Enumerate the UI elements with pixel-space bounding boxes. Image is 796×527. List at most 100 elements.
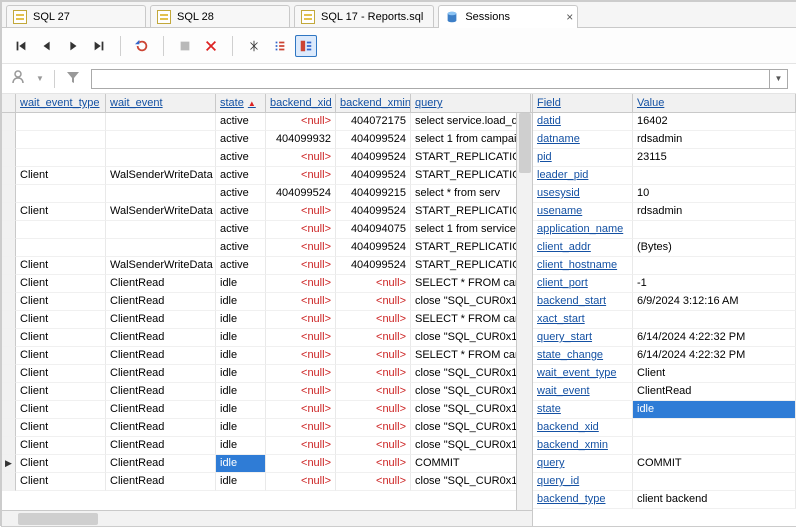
session-row[interactable]: ClientClientReadidle<null><null>SELECT *… <box>2 275 532 293</box>
cell-backend_xmin[interactable]: 404099524 <box>336 149 411 167</box>
session-row[interactable]: ClientClientReadidle<null><null>close "S… <box>2 401 532 419</box>
cell-wait_event[interactable]: ClientRead <box>106 311 216 329</box>
cell-query[interactable]: select 1 from service.l <box>411 221 531 239</box>
cell-backend_xid[interactable]: <null> <box>266 239 336 257</box>
cell-query[interactable]: close "SQL_CUR0x154 <box>411 293 531 311</box>
session-row[interactable]: active<null>404094075select 1 from servi… <box>2 221 532 239</box>
detail-row-state[interactable]: stateidle <box>533 401 796 419</box>
cell-backend_xmin[interactable]: 404094075 <box>336 221 411 239</box>
detail-view-button[interactable] <box>295 35 317 57</box>
cell-state[interactable]: active <box>216 221 266 239</box>
cell-state[interactable]: active <box>216 167 266 185</box>
cell-query[interactable]: close "SQL_CUR0x154 <box>411 383 531 401</box>
cell-backend_xid[interactable]: 404099932 <box>266 131 336 149</box>
filter-dropdown-button[interactable]: ▼ <box>770 69 788 89</box>
cell-wait_event[interactable]: ClientRead <box>106 383 216 401</box>
cell-state[interactable]: active <box>216 131 266 149</box>
cell-backend_xmin[interactable]: <null> <box>336 365 411 383</box>
close-icon[interactable]: × <box>566 10 573 24</box>
cell-backend_xmin[interactable]: 404099524 <box>336 131 411 149</box>
cell-wait_event[interactable]: ClientRead <box>106 365 216 383</box>
cell-backend_xid[interactable]: <null> <box>266 113 336 131</box>
session-row[interactable]: active404099524404099215select * from se… <box>2 185 532 203</box>
cell-wait_event_type[interactable]: Client <box>16 365 106 383</box>
col-field[interactable]: Field <box>533 94 633 112</box>
detail-value[interactable]: 10 <box>633 185 796 203</box>
stop-button[interactable] <box>174 35 196 57</box>
cell-wait_event_type[interactable]: Client <box>16 347 106 365</box>
cell-state[interactable]: idle <box>216 473 266 491</box>
cell-wait_event_type[interactable]: Client <box>16 473 106 491</box>
detail-value[interactable]: idle <box>633 401 796 419</box>
detail-value[interactable]: 16402 <box>633 113 796 131</box>
detail-row-leader_pid[interactable]: leader_pid <box>533 167 796 185</box>
cell-backend_xmin[interactable]: <null> <box>336 473 411 491</box>
cell-backend_xid[interactable]: <null> <box>266 365 336 383</box>
cell-backend_xmin[interactable]: <null> <box>336 455 411 473</box>
detail-row-client_port[interactable]: client_port-1 <box>533 275 796 293</box>
nav-first-button[interactable] <box>10 35 32 57</box>
cell-backend_xid[interactable]: <null> <box>266 401 336 419</box>
cell-state[interactable]: idle <box>216 401 266 419</box>
cell-backend_xmin[interactable]: <null> <box>336 383 411 401</box>
detail-value[interactable] <box>633 167 796 185</box>
refresh-button[interactable] <box>131 35 153 57</box>
detail-value[interactable] <box>633 221 796 239</box>
col-backend_xid[interactable]: backend_xid <box>266 94 336 112</box>
cell-wait_event[interactable]: ClientRead <box>106 347 216 365</box>
cell-state[interactable]: idle <box>216 329 266 347</box>
cell-backend_xmin[interactable]: <null> <box>336 347 411 365</box>
cell-query[interactable]: close "SQL_CUR0x14a <box>411 329 531 347</box>
cell-backend_xmin[interactable]: 404099524 <box>336 239 411 257</box>
cell-query[interactable]: SELECT * FROM camp <box>411 275 531 293</box>
session-row[interactable]: ClientClientReadidle<null><null>close "S… <box>2 437 532 455</box>
cell-query[interactable]: START_REPLICATION <box>411 149 531 167</box>
detail-value[interactable] <box>633 419 796 437</box>
cell-wait_event_type[interactable] <box>16 185 106 203</box>
cell-wait_event_type[interactable]: Client <box>16 257 106 275</box>
cell-backend_xid[interactable]: <null> <box>266 221 336 239</box>
session-row[interactable]: active<null>404099524START_REPLICATION <box>2 239 532 257</box>
cell-query[interactable]: close "SQL_CUR0x154 <box>411 473 531 491</box>
cell-backend_xid[interactable]: <null> <box>266 293 336 311</box>
cell-query[interactable]: select * from serv <box>411 185 531 203</box>
detail-row-backend_start[interactable]: backend_start6/9/2024 3:12:16 AM <box>533 293 796 311</box>
cell-wait_event_type[interactable]: Client <box>16 167 106 185</box>
cell-wait_event_type[interactable]: Client <box>16 293 106 311</box>
session-row[interactable]: ▶ClientClientReadidle<null><null>COMMIT <box>2 455 532 473</box>
cell-query[interactable]: close "SQL_CUR0x154 <box>411 401 531 419</box>
session-row[interactable]: ClientClientReadidle<null><null>close "S… <box>2 365 532 383</box>
detail-value[interactable]: 23115 <box>633 149 796 167</box>
cell-wait_event_type[interactable]: Client <box>16 383 106 401</box>
cell-wait_event[interactable]: WalSenderWriteData <box>106 257 216 275</box>
session-row[interactable]: ClientClientReadidle<null><null>close "S… <box>2 293 532 311</box>
cell-state[interactable]: active <box>216 203 266 221</box>
cell-query[interactable]: START_REPLICATION <box>411 239 531 257</box>
cell-wait_event_type[interactable]: Client <box>16 275 106 293</box>
session-row[interactable]: ClientClientReadidle<null><null>close "S… <box>2 473 532 491</box>
cell-backend_xid[interactable]: <null> <box>266 419 336 437</box>
session-row[interactable]: active404099932404099524select 1 from ca… <box>2 131 532 149</box>
cell-wait_event_type[interactable] <box>16 113 106 131</box>
cell-state[interactable]: idle <box>216 347 266 365</box>
cell-wait_event_type[interactable]: Client <box>16 401 106 419</box>
cell-state[interactable]: active <box>216 149 266 167</box>
detail-row-datid[interactable]: datid16402 <box>533 113 796 131</box>
cell-wait_event_type[interactable]: Client <box>16 311 106 329</box>
cell-state[interactable]: active <box>216 185 266 203</box>
nav-next-button[interactable] <box>62 35 84 57</box>
cell-wait_event_type[interactable] <box>16 131 106 149</box>
detail-value[interactable]: 6/14/2024 4:22:32 PM <box>633 347 796 365</box>
cell-wait_event_type[interactable] <box>16 221 106 239</box>
cell-backend_xid[interactable]: <null> <box>266 473 336 491</box>
cell-wait_event[interactable]: WalSenderWriteData <box>106 167 216 185</box>
cell-query[interactable]: SELECT * FROM camp <box>411 347 531 365</box>
detail-value[interactable]: COMMIT <box>633 455 796 473</box>
details-grid-body[interactable]: datid16402datnamerdsadminpid23115leader_… <box>533 113 796 526</box>
detail-value[interactable] <box>633 437 796 455</box>
cell-state[interactable]: idle <box>216 419 266 437</box>
session-row[interactable]: ClientClientReadidle<null><null>SELECT *… <box>2 347 532 365</box>
filter-input[interactable] <box>91 69 770 89</box>
session-row[interactable]: ClientClientReadidle<null><null>close "S… <box>2 329 532 347</box>
detail-row-backend_xmin[interactable]: backend_xmin <box>533 437 796 455</box>
